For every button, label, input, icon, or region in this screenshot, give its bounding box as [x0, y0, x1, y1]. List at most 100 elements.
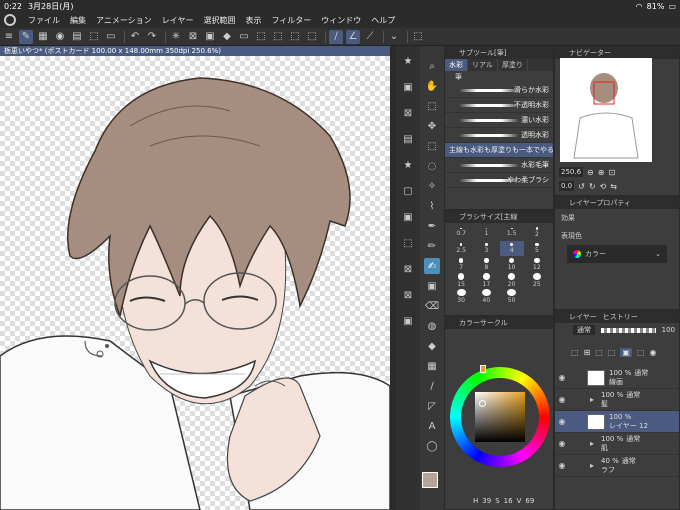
eye-icon[interactable]: ◉: [555, 417, 569, 426]
operation-icon[interactable]: ⬚: [424, 98, 440, 114]
text-icon[interactable]: A: [424, 418, 440, 434]
brush-icon[interactable]: ✍: [424, 258, 440, 274]
hand-icon[interactable]: ✋: [424, 78, 440, 94]
menu-view[interactable]: 表示: [245, 15, 261, 26]
image-icon[interactable]: ▣: [400, 209, 416, 225]
lasso-icon[interactable]: ◌: [424, 158, 440, 174]
brush-size-option[interactable]: 1: [474, 225, 498, 240]
redo-icon[interactable]: ↷: [145, 30, 159, 44]
brush-size-option[interactable]: 40: [474, 289, 498, 304]
clear-icon[interactable]: ⊠: [186, 30, 200, 44]
panel-icon[interactable]: ▤: [70, 30, 84, 44]
brush-item[interactable]: 濃い水彩: [445, 113, 553, 128]
lock-icon[interactable]: ⊞: [584, 348, 591, 357]
frame-icon[interactable]: ▭: [237, 30, 251, 44]
menu-edit[interactable]: 編集: [70, 15, 86, 26]
folder-icon[interactable]: ▸: [585, 461, 599, 470]
pen-icon[interactable]: ✒: [424, 218, 440, 234]
balloon-icon[interactable]: ◯: [424, 438, 440, 454]
brush-size-option[interactable]: 1.5: [500, 225, 524, 240]
snap-grid-icon[interactable]: ⟋: [363, 30, 377, 44]
open-icon[interactable]: ⬚: [87, 30, 101, 44]
layer-row[interactable]: ◉ 100 % 通常 線画: [555, 367, 679, 389]
auto-select-icon[interactable]: ✧: [424, 178, 440, 194]
eye-icon[interactable]: ◉: [555, 373, 569, 382]
brush-size-option[interactable]: 2: [525, 225, 549, 240]
app-logo-icon[interactable]: [4, 14, 16, 26]
chevron-down-icon[interactable]: ⌄: [387, 30, 401, 44]
canvas-tab[interactable]: 栃恵いやつ* (ポストカード 100.00 x 148.00mm 350dpi …: [0, 46, 390, 56]
menu-filter[interactable]: フィルター: [271, 15, 311, 26]
menu-selection[interactable]: 選択範囲: [203, 15, 235, 26]
brush-size-option[interactable]: 7: [449, 257, 473, 272]
subtool-tab-thick[interactable]: 厚塗り: [498, 59, 528, 71]
brush-size-option[interactable]: 15: [449, 273, 473, 288]
pencil-icon[interactable]: ✏: [424, 238, 440, 254]
image-icon[interactable]: ▣: [400, 313, 416, 329]
figure-icon[interactable]: ∕: [424, 378, 440, 394]
layer-tab[interactable]: レイヤー: [569, 311, 597, 323]
blend-mode-select[interactable]: 通常: [573, 325, 595, 335]
brush-item[interactable]: やわ柔ブラシ: [445, 173, 553, 188]
layer-row[interactable]: ◉ ▸ 40 % 通常 ラフ: [555, 455, 679, 477]
brush-size-option[interactable]: 3: [474, 241, 498, 256]
layer-panel-icon[interactable]: ▤: [400, 131, 416, 147]
opacity-slider[interactable]: [601, 327, 656, 333]
grid-icon[interactable]: ▦: [36, 30, 50, 44]
menu-help[interactable]: ヘルプ: [371, 15, 395, 26]
rotate-left-icon[interactable]: ↺: [578, 182, 585, 191]
airbrush-icon[interactable]: ▣: [424, 278, 440, 294]
undo-icon[interactable]: ↶: [128, 30, 142, 44]
subtool-tab-real[interactable]: リアル: [468, 59, 498, 71]
reference-icon[interactable]: ⬚: [608, 348, 616, 357]
menu-window[interactable]: ウィンドウ: [321, 15, 361, 26]
brush-size-option[interactable]: 30: [449, 289, 473, 304]
brush-item[interactable]: 透明水彩: [445, 128, 553, 143]
fit-icon[interactable]: ⊡: [608, 168, 615, 177]
brush-size-option[interactable]: 25: [525, 273, 549, 288]
blend-icon[interactable]: ◍: [424, 318, 440, 334]
brush-size-option[interactable]: 5: [525, 241, 549, 256]
brush-item-active[interactable]: 主線も水彩も厚塗りも一本でやる: [445, 143, 553, 158]
eye-icon[interactable]: ◉: [555, 439, 569, 448]
brush-size-option[interactable]: 17: [474, 273, 498, 288]
close-panel-icon[interactable]: ⊠: [400, 261, 416, 277]
drawing-canvas[interactable]: [0, 56, 390, 510]
brush-size-option[interactable]: 8: [474, 257, 498, 272]
menu-file[interactable]: ファイル: [28, 15, 60, 26]
star-icon[interactable]: ★: [400, 53, 416, 69]
zoom-out-icon[interactable]: ⊖: [587, 168, 594, 177]
rotate-icon[interactable]: ⬚: [411, 30, 425, 44]
hamburger-icon[interactable]: ≡: [2, 30, 16, 44]
frame-icon[interactable]: ⬚: [400, 235, 416, 251]
brush-item[interactable]: 水彩毛筆: [445, 158, 553, 173]
selection-icon[interactable]: ⬚: [424, 138, 440, 154]
reset-rotate-icon[interactable]: ⟲: [600, 182, 607, 191]
material-icon[interactable]: ▣: [400, 79, 416, 95]
save-icon[interactable]: ▭: [104, 30, 118, 44]
history-tab[interactable]: ヒストリー: [603, 311, 638, 323]
fill-icon[interactable]: ◆: [424, 338, 440, 354]
copy-icon[interactable]: ▢: [400, 183, 416, 199]
subtool-tab-watercolor[interactable]: 水彩: [445, 59, 468, 71]
brush-size-option[interactable]: 12: [525, 257, 549, 272]
flip-icon[interactable]: ⇆: [610, 182, 617, 191]
lock-alpha-icon[interactable]: ⬚: [595, 348, 603, 357]
invert-selection-icon[interactable]: ⬚: [288, 30, 302, 44]
select-all-icon[interactable]: ⬚: [254, 30, 268, 44]
hue-marker[interactable]: [480, 365, 486, 373]
menu-animation[interactable]: アニメーション: [96, 15, 152, 26]
move-icon[interactable]: ✥: [424, 118, 440, 134]
snap-ruler-icon[interactable]: ∕: [329, 29, 343, 44]
menu-layer[interactable]: レイヤー: [162, 15, 194, 26]
navigator-preview[interactable]: [560, 58, 652, 162]
gradient-icon[interactable]: ▦: [424, 358, 440, 374]
brush-item[interactable]: 不透明水彩: [445, 98, 553, 113]
eye-icon[interactable]: ◉: [555, 461, 569, 470]
zoom-icon[interactable]: ⌕: [424, 58, 440, 74]
folder-icon[interactable]: ▸: [585, 395, 599, 404]
clear-outside-icon[interactable]: ▣: [203, 30, 217, 44]
brush-size-option[interactable]: 0.7: [449, 225, 473, 240]
color-picker-handle[interactable]: [479, 400, 486, 407]
eyedropper-icon[interactable]: ⌇: [424, 198, 440, 214]
